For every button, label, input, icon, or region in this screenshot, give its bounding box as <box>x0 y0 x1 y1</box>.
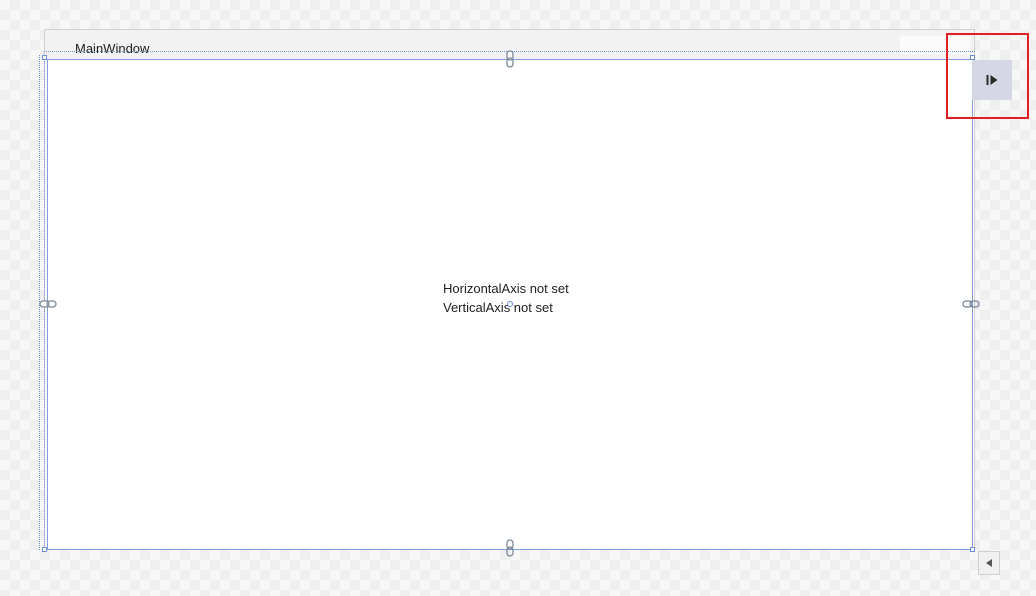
resize-handle-top-left[interactable] <box>42 55 47 60</box>
vertical-axis-status: VerticalAxis not set <box>443 300 553 315</box>
chain-link-icon-left[interactable] <box>39 295 57 313</box>
scroll-left-button[interactable] <box>978 551 1000 575</box>
resize-handle-bottom-right[interactable] <box>970 547 975 552</box>
red-highlight-box <box>946 33 1029 119</box>
horizontal-axis-status: HorizontalAxis not set <box>443 281 569 296</box>
center-anchor-dot[interactable] <box>507 301 513 307</box>
resize-handle-bottom-left[interactable] <box>42 547 47 552</box>
chain-link-icon-right[interactable] <box>962 295 980 313</box>
chain-link-icon-top[interactable] <box>501 50 519 68</box>
chain-link-icon-bottom[interactable] <box>501 539 519 557</box>
axis-status-text: HorizontalAxis not set VerticalAxis not … <box>443 279 569 317</box>
triangle-left-icon <box>986 559 992 567</box>
window-title: MainWindow <box>75 41 150 56</box>
